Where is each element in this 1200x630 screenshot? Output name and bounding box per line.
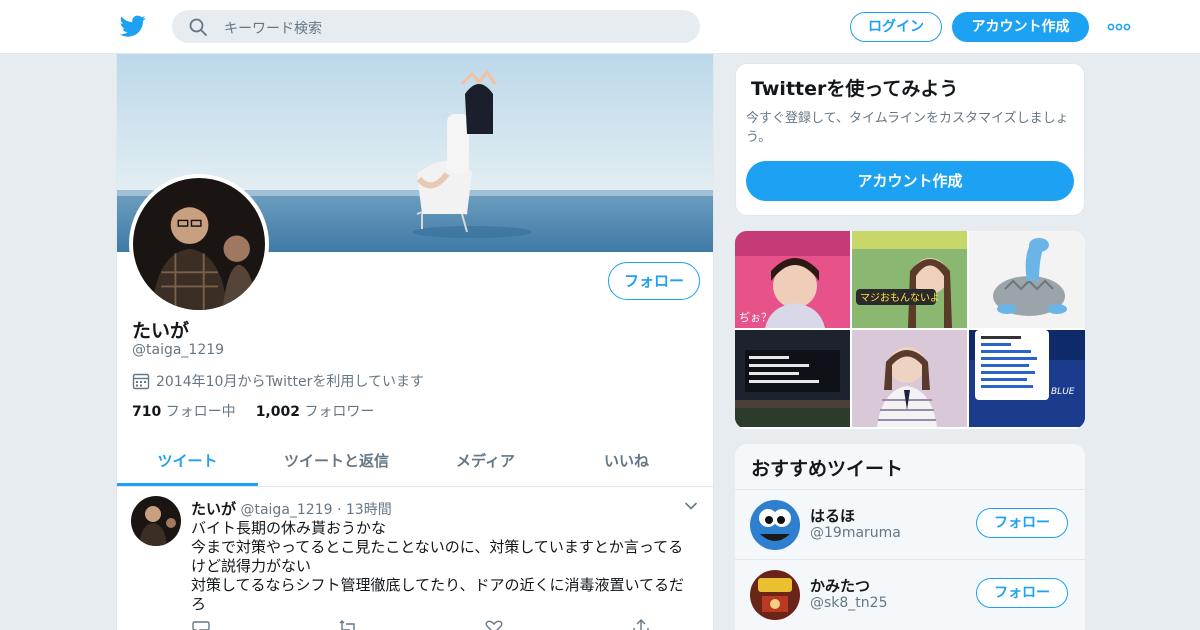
search-placeholder: キーワード検索: [224, 21, 322, 37]
tweet-line: 対策してるならシフト管理徹底してたり、ドアの近くに消毒液置いてるだろ: [191, 576, 685, 613]
svg-text:BLUE: BLUE: [1051, 387, 1075, 397]
media-thumbnail[interactable]: ぢぉ？: [735, 231, 850, 328]
tweet-line: バイト長期の休み貰おうかな: [191, 519, 387, 537]
profile-column: フォロー たいが @taiga_1219 2014年10月からTwitterを利…: [116, 54, 714, 630]
following-count: 710: [132, 404, 162, 420]
recommended-account-avatar[interactable]: [750, 500, 800, 550]
more-options-icon[interactable]: [1106, 18, 1132, 36]
tweet-item[interactable]: たいが @taiga_1219 · 13時間 バイト長期の休み貰おうかな 今まで…: [117, 487, 713, 630]
tab-likes[interactable]: いいね: [556, 437, 697, 486]
following-label: フォロー中: [165, 404, 236, 420]
recommended-account-name[interactable]: はるほ: [810, 505, 855, 526]
share-icon[interactable]: [631, 619, 651, 630]
reply-icon[interactable]: [191, 619, 211, 630]
tweet-timestamp[interactable]: 13時間: [346, 502, 392, 518]
followers-label: フォロワー: [304, 404, 375, 420]
media-thumbnail[interactable]: [735, 330, 850, 427]
profile-avatar[interactable]: [129, 174, 269, 314]
tweet-separator: ·: [336, 502, 342, 518]
search-icon: [189, 18, 207, 36]
followers-stat[interactable]: 1,002 フォロワー: [256, 401, 375, 421]
media-gallery: ぢぉ？ マジおもんないよ BLUE: [735, 231, 1085, 429]
recommended-account-avatar[interactable]: [750, 570, 800, 620]
recommended-account-handle[interactable]: @19maruma: [810, 525, 901, 541]
search-box[interactable]: キーワード検索: [172, 10, 700, 43]
top-navigation-bar: キーワード検索 ログイン アカウント作成: [0, 0, 1200, 54]
recommended-account[interactable]: はるほ @19maruma フォロー: [735, 489, 1085, 559]
followers-count: 1,002: [255, 404, 300, 420]
follow-button[interactable]: フォロー: [976, 578, 1068, 608]
tab-tweets[interactable]: ツイート: [117, 437, 258, 486]
tweet-line: 今まで対策やってるとこ見たことないのに、対策していますとか言ってるけど説得力がな…: [191, 538, 684, 575]
calendar-icon: [132, 373, 150, 390]
tweet-author-handle[interactable]: @taiga_1219: [240, 502, 332, 518]
tweet-header: たいが @taiga_1219 · 13時間: [191, 498, 392, 519]
signup-card-title: Twitterを使ってみよう: [751, 78, 959, 100]
profile-stats: 710 フォロー中 1,002 フォロワー: [132, 401, 374, 421]
signup-button[interactable]: アカウント作成: [952, 12, 1089, 42]
recommended-tweets-panel: おすすめツイート はるほ @19maruma フォロー かみたつ @sk8_tn…: [735, 444, 1085, 630]
recommended-account[interactable]: かみたつ @sk8_tn25 フォロー: [735, 559, 1085, 629]
svg-text:マジおもんないよ: マジおもんないよ: [860, 292, 940, 304]
tab-tweets-and-replies[interactable]: ツイートと返信: [258, 437, 415, 486]
signup-card: Twitterを使ってみよう 今すぐ登録して、タイムラインをカスタマイズしましょ…: [735, 63, 1085, 216]
media-thumbnail[interactable]: BLUE: [969, 330, 1085, 427]
joined-text: 2014年10月からTwitterを利用しています: [156, 374, 424, 390]
tab-media[interactable]: メディア: [415, 437, 556, 486]
recommended-account-handle[interactable]: @sk8_tn25: [810, 595, 888, 611]
tweet-author-name[interactable]: たいが: [191, 500, 236, 518]
tweet-text: バイト長期の休み貰おうかな 今まで対策やってるとこ見たことないのに、対策していま…: [191, 519, 696, 614]
recommendations-title: おすすめツイート: [751, 458, 904, 480]
profile-handle[interactable]: @taiga_1219: [132, 342, 224, 358]
media-thumbnail[interactable]: マジおもんないよ: [852, 231, 967, 328]
follow-button[interactable]: フォロー: [608, 262, 700, 300]
recommended-account-name[interactable]: かみたつ: [810, 575, 870, 596]
like-icon[interactable]: [484, 619, 504, 630]
login-button[interactable]: ログイン: [850, 12, 942, 42]
tweet-actions: [191, 619, 651, 630]
media-thumbnail[interactable]: [852, 330, 967, 427]
profile-tabs: ツイート ツイートと返信 メディア いいね: [117, 437, 713, 487]
media-thumbnail[interactable]: [969, 231, 1085, 328]
retweet-icon[interactable]: [338, 619, 358, 630]
signup-card-description: 今すぐ登録して、タイムラインをカスタマイズしましょう。: [746, 111, 1069, 145]
chevron-down-icon[interactable]: [683, 498, 699, 514]
twitter-bird-icon[interactable]: [120, 13, 146, 39]
signup-card-button[interactable]: アカウント作成: [746, 161, 1074, 201]
following-stat[interactable]: 710 フォロー中: [132, 401, 236, 421]
follow-button[interactable]: フォロー: [976, 508, 1068, 538]
svg-text:ぢぉ？: ぢぉ？: [739, 310, 772, 324]
joined-date: 2014年10月からTwitterを利用しています: [132, 371, 424, 391]
tweet-avatar[interactable]: [131, 496, 181, 546]
profile-name: たいが: [132, 320, 190, 342]
